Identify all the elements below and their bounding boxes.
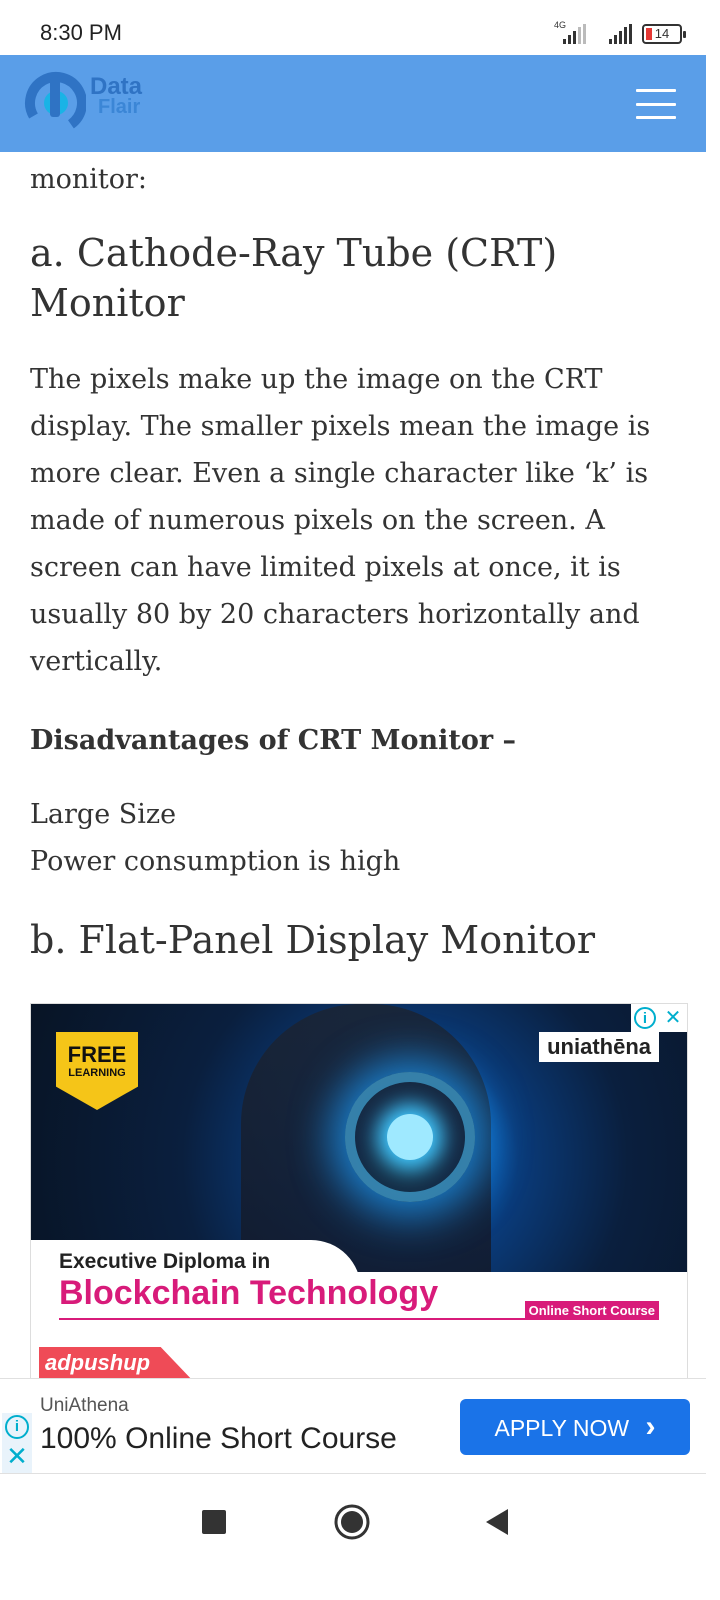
signal-icon [596,24,632,46]
sticky-ad-advertiser: UniAthena [40,1395,129,1416]
ad-brand-logo: uniathēna [539,1032,659,1062]
disadvantages-list: Large Size Power consumption is high [30,791,690,885]
square-icon [202,1510,226,1534]
ad-close-icon[interactable]: ✕ [5,1443,29,1469]
back-triangle-icon [486,1509,508,1535]
chevron-right-icon: › [645,1410,656,1443]
dataflair-logo-icon [24,72,86,134]
menu-icon[interactable] [636,89,676,119]
status-time: 8:30 PM [40,20,122,45]
battery-level: 14 [654,26,670,41]
bitcoin-icon [387,1114,433,1160]
signal-4g-icon: 4G [550,20,586,46]
battery-icon: 14 [642,24,686,44]
logo-line2: Flair [98,96,141,118]
site-logo[interactable]: Data Flair [24,71,164,137]
badge-line2: LEARNING [68,1067,126,1079]
banner-ad[interactable]: FREE LEARNING uniathēna i ✕ Executive Di… [30,1003,688,1381]
paragraph-fragment: monitor: [30,164,147,195]
system-nav-bar [0,1478,720,1600]
heading-crt-monitor: a. Cathode-Ray Tube (CRT) Monitor [30,231,558,325]
logo-line1: Data [90,73,143,100]
back-button[interactable] [478,1502,518,1542]
ad-course-tag: Online Short Course [524,1301,659,1320]
status-icons: 4G 14 [550,20,686,46]
list-item: Large Size [30,799,177,830]
badge-line1: FREE [67,1042,127,1067]
ad-choices[interactable]: i ✕ [631,1004,687,1032]
apply-now-label: APPLY NOW [494,1415,630,1441]
sticky-ad-controls: i ✕ [2,1413,32,1473]
site-header: Data Flair [0,55,706,152]
sticky-ad-bar[interactable]: i ✕ UniAthena 100% Online Short Course A… [0,1378,706,1474]
article-content: monitor: a. Cathode-Ray Tube (CRT) Monit… [30,152,690,965]
ad-info-icon[interactable]: i [5,1415,29,1439]
ad-close-icon[interactable]: ✕ [659,1004,687,1032]
heading-flat-panel-monitor: b. Flat-Panel Display Monitor [30,918,596,962]
ad-title-line1: Executive Diploma in [59,1250,271,1273]
list-item: Power consumption is high [30,846,401,877]
crt-paragraph: The pixels make up the image on the CRT … [30,364,651,677]
ad-info-icon[interactable]: i [634,1007,656,1029]
ad-title-line2: Blockchain Technology [59,1274,439,1312]
logo-wordmark: Data Flair [90,73,143,118]
apply-now-button[interactable]: APPLY NOW › [460,1399,690,1455]
disadvantages-heading: Disadvantages of CRT Monitor – [30,725,517,756]
recents-button[interactable] [194,1502,234,1542]
home-circle-icon [334,1504,370,1540]
home-button[interactable] [332,1502,372,1542]
sticky-ad-headline: 100% Online Short Course [40,1422,397,1455]
status-bar: 8:30 PM 4G 14 [0,0,720,55]
